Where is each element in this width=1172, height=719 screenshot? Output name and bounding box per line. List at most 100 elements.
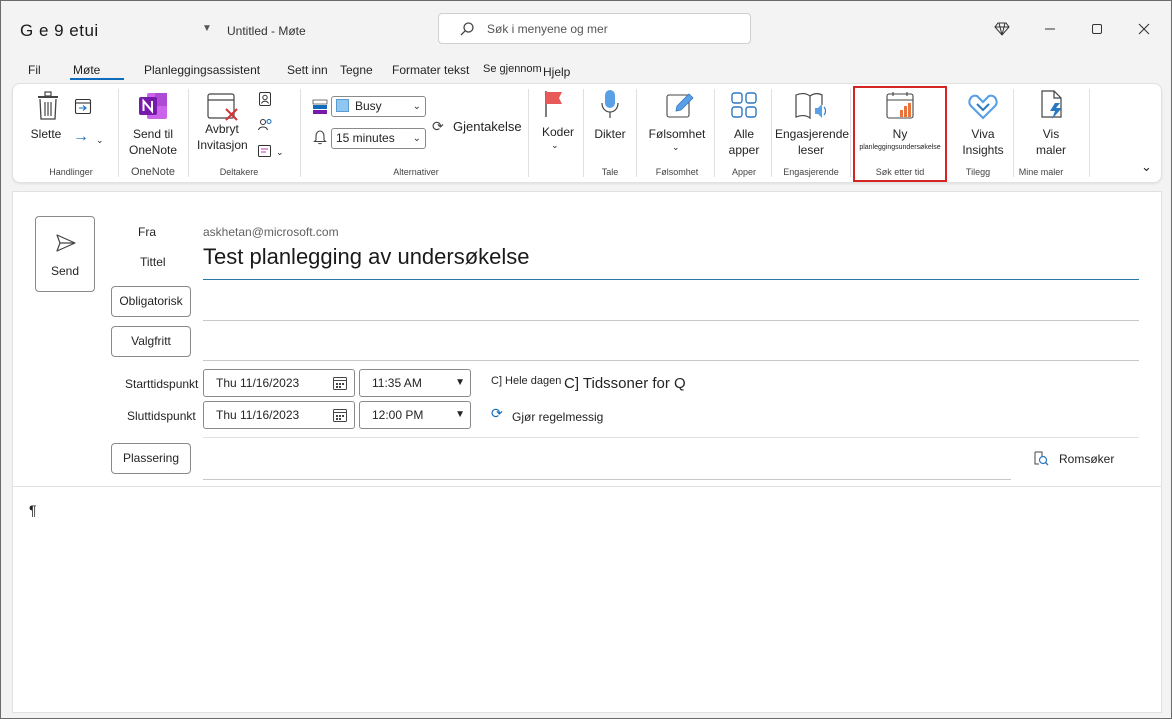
optional-field-line[interactable] [203, 360, 1139, 361]
response-options-icon[interactable] [257, 143, 273, 159]
templates-label-line2: maler [1035, 143, 1066, 157]
location-button[interactable]: Plassering [111, 443, 191, 474]
tab-meeting[interactable]: Møte [73, 63, 100, 77]
recurring-icon[interactable]: ⟳ [491, 405, 503, 422]
from-label: Fra [138, 225, 156, 239]
tab-format-text[interactable]: Formater tekst [392, 63, 469, 77]
sensitivity-icon [666, 93, 694, 118]
calendar-icon[interactable] [332, 407, 348, 423]
all-apps-label-line1: Alle [733, 127, 754, 141]
recurrence-button[interactable]: Gjentakelse [453, 119, 522, 135]
address-book-icon[interactable] [258, 91, 272, 107]
viva-label-line2: Insights [962, 143, 1004, 157]
send-button[interactable]: Send [35, 216, 95, 292]
microphone-icon [601, 90, 619, 118]
chevron-down-icon[interactable]: ⌄ [672, 139, 680, 155]
cancel-label-line1: Avbryt [205, 122, 239, 136]
maximize-icon[interactable] [1082, 15, 1112, 43]
title-underline [203, 279, 1139, 280]
ribbon-expand-chevron-icon[interactable]: ⌄ [1141, 159, 1152, 175]
close-icon[interactable] [1129, 15, 1159, 43]
make-recurring-button[interactable]: Gjør regelmessig [512, 410, 603, 424]
immersive-label-line2: leser [797, 143, 824, 157]
message-body-editor[interactable] [13, 488, 1161, 712]
viva-insights-button[interactable]: Viva Insights [955, 126, 1011, 158]
ribbon-divider [850, 89, 851, 177]
document-title: Untitled - Møte [227, 24, 306, 38]
caret-down-icon: ▼ [455, 409, 465, 420]
tab-draw[interactable]: Tegne [340, 63, 373, 77]
ribbon-divider [1013, 89, 1014, 177]
ribbon-divider [300, 89, 301, 177]
onenote-label-line2: OneNote [128, 143, 178, 157]
ribbon-divider [583, 89, 584, 177]
dictate-button[interactable]: Dikter [590, 126, 630, 142]
ribbon-divider [188, 89, 189, 177]
chevron-down-icon: ⌄ [412, 101, 421, 112]
group-label-options: Alternativer [393, 167, 439, 177]
show-as-value: Busy [355, 99, 382, 113]
immersive-reader-icon [795, 93, 827, 120]
delete-button[interactable]: Slette [28, 126, 64, 142]
tab-insert[interactable]: Sett inn [287, 63, 328, 77]
optional-attendees-button[interactable]: Valgfritt [111, 326, 191, 357]
room-finder-button[interactable]: Romsøker [1059, 452, 1114, 466]
end-time-select[interactable]: 12:00 PM ▼ [359, 401, 471, 429]
end-time-label: Sluttidspunkt [127, 409, 196, 423]
room-finder-icon[interactable] [1033, 450, 1049, 466]
group-label-onenote: OneNote [130, 166, 176, 178]
chevron-down-icon[interactable]: ⌄ [96, 132, 104, 148]
body-divider [13, 486, 1161, 487]
all-apps-button[interactable]: Alle apper [722, 126, 766, 158]
diamond-icon[interactable] [987, 15, 1017, 43]
required-attendees-button[interactable]: Obligatorisk [111, 286, 191, 317]
tab-scheduling-assistant[interactable]: Planleggingsassistent [144, 63, 260, 77]
title-label: Tittel [140, 255, 166, 269]
start-time-value: 11:35 AM [372, 376, 422, 390]
minimize-icon[interactable] [1035, 15, 1065, 43]
time-zones-checkbox[interactable]: C] Tidssoner for Q [564, 375, 686, 392]
cancel-invitation-button[interactable]: Avbryt Invitasjon [197, 121, 248, 153]
start-date-field[interactable]: Thu 11/16/2023 [203, 369, 355, 397]
from-value: askhetan@microsoft.com [203, 225, 339, 239]
tab-file[interactable]: Fil [28, 63, 41, 77]
chevron-down-icon[interactable]: ⌄ [551, 137, 559, 153]
group-label-actions: Handlinger [49, 167, 93, 177]
search-box[interactable]: Søk i menyene og mer [438, 13, 751, 44]
location-field-line[interactable] [203, 479, 1011, 480]
start-time-select[interactable]: 11:35 AM ▼ [359, 369, 471, 397]
view-templates-button[interactable]: Vis maler [1023, 126, 1079, 158]
chevron-down-icon[interactable]: ⌄ [276, 144, 284, 160]
calendar-icon[interactable] [332, 375, 348, 391]
group-label-apps: Apper [731, 167, 757, 177]
app-title: G e 9 etui [20, 21, 99, 40]
tab-review[interactable]: Se gjennom [483, 63, 542, 75]
immersive-reader-button[interactable]: Engasjerende leser [775, 126, 849, 158]
send-icon [56, 234, 76, 252]
end-date-value: Thu 11/16/2023 [216, 408, 300, 422]
divider-line [203, 437, 1139, 438]
required-field-line[interactable] [203, 320, 1139, 321]
ribbon-divider [118, 89, 119, 177]
start-date-value: Thu 11/16/2023 [216, 376, 300, 390]
calendar-forward-icon[interactable] [74, 97, 92, 115]
viva-label-line1: Viva [971, 127, 995, 141]
ribbon-divider [771, 89, 772, 177]
group-label-addin: Tilegg [965, 167, 991, 177]
recurrence-icon[interactable]: ⟳ [432, 118, 444, 134]
check-names-icon[interactable] [257, 117, 273, 133]
end-date-field[interactable]: Thu 11/16/2023 [203, 401, 355, 429]
title-input[interactable]: Test planlegging av undersøkelse [203, 244, 530, 270]
onenote-icon [139, 93, 167, 119]
onenote-label-line1: Send til [132, 127, 174, 141]
show-as-select[interactable]: Busy ⌄ [331, 96, 426, 117]
all-apps-label-line2: apper [728, 143, 760, 157]
busy-swatch [336, 99, 349, 112]
start-time-label: Starttidspunkt [125, 377, 199, 391]
reminder-select[interactable]: 15 minutes ⌄ [331, 128, 426, 149]
send-to-onenote-button[interactable]: Send til OneNote [124, 126, 182, 158]
quick-access-dropdown-icon[interactable]: ▼ [202, 23, 212, 34]
tab-help[interactable]: Hjelp [543, 65, 570, 79]
all-day-checkbox[interactable]: C] Hele dagen [491, 375, 561, 387]
forward-arrow-icon[interactable]: → [73, 129, 89, 145]
